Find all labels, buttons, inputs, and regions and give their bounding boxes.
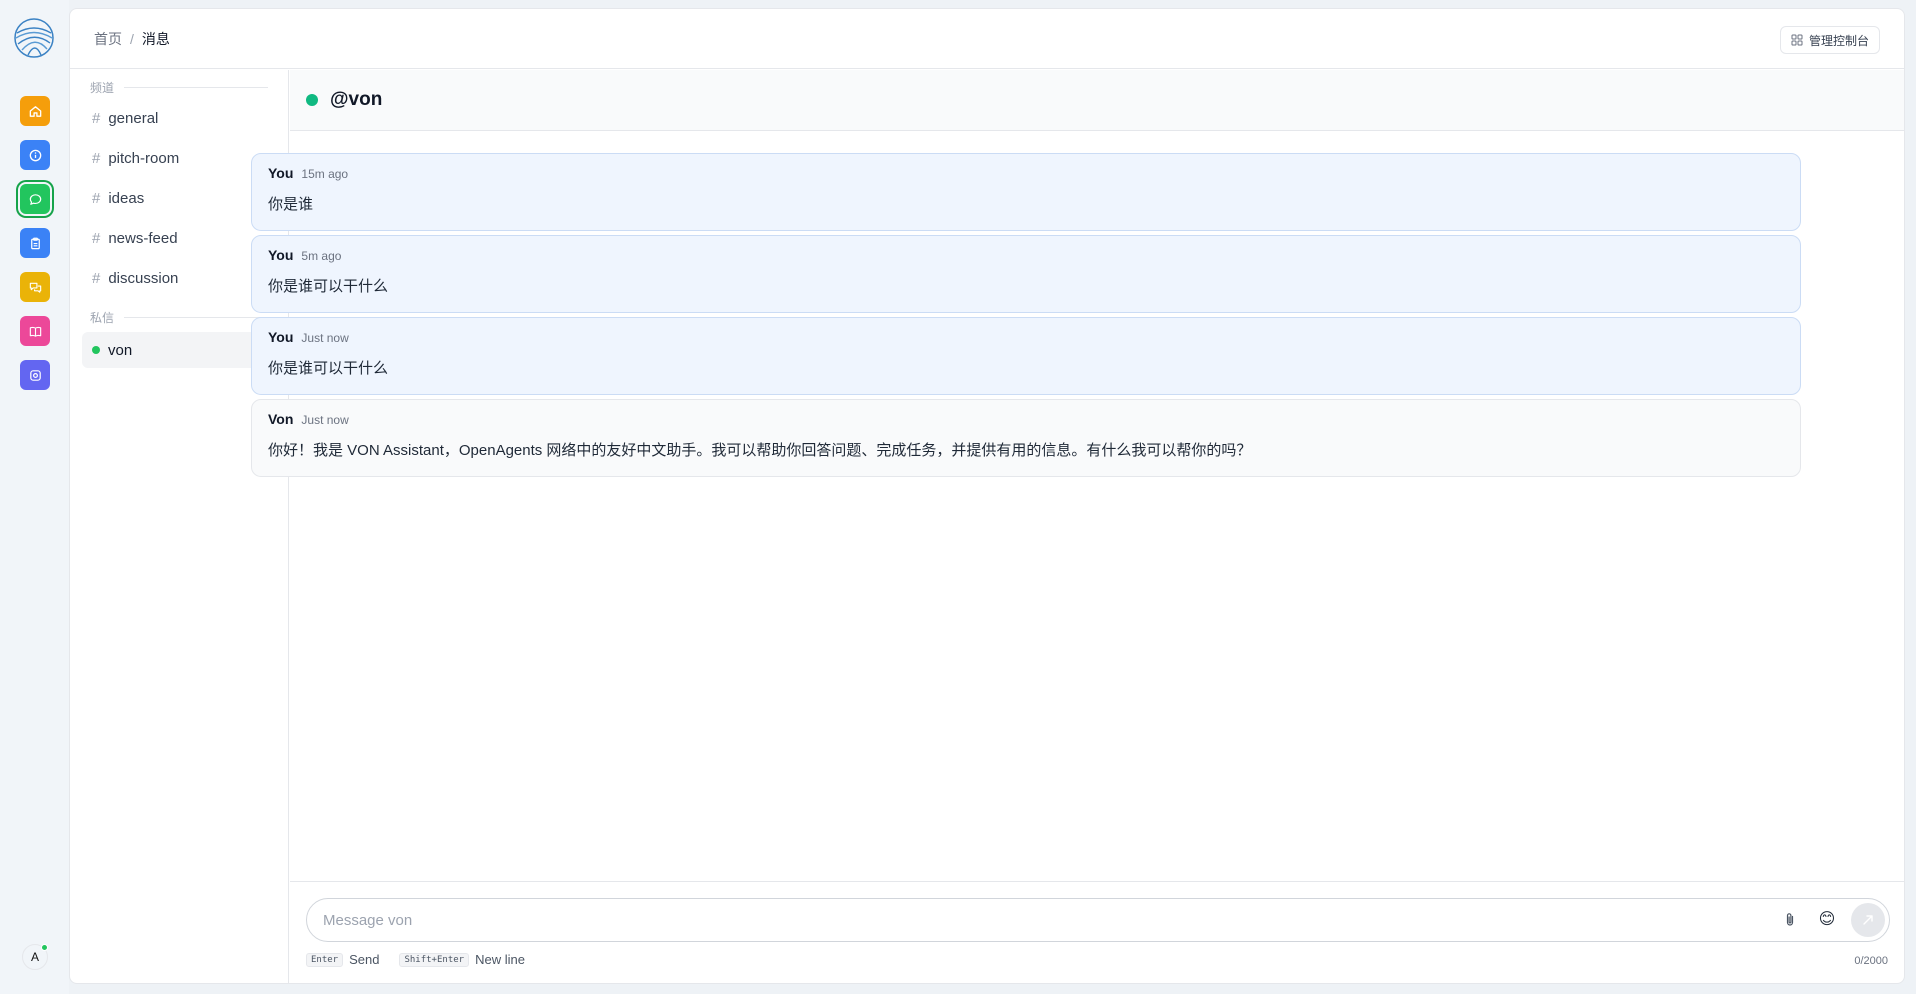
comments-icon xyxy=(29,282,41,293)
message-timestamp: 15m ago xyxy=(301,167,349,181)
hash-icon: # xyxy=(92,229,101,247)
message-text: 你是谁 xyxy=(268,196,314,213)
grid-icon xyxy=(1791,34,1803,46)
breadcrumb-separator: / xyxy=(130,30,134,47)
channel-item-discussion[interactable]: # discussion xyxy=(82,258,276,298)
top-bar: 首页 / 消息 管理控制台 xyxy=(70,9,1904,69)
rail-settings-button[interactable] xyxy=(20,360,50,390)
message-composer: 😊 Enter Send Shift+Enter New line 0/2000 xyxy=(290,881,1904,983)
online-status-dot xyxy=(92,346,100,354)
message-author: You xyxy=(268,165,294,181)
section-divider xyxy=(124,316,268,318)
hash-icon: # xyxy=(92,189,101,207)
dm-title: 私信 xyxy=(90,310,115,325)
channel-label: pitch-room xyxy=(108,149,180,167)
online-status-dot xyxy=(306,94,318,106)
message-item: You 5m ago 你是谁可以干什么 xyxy=(251,235,1801,313)
send-icon xyxy=(1863,915,1873,925)
channel-label: news-feed xyxy=(108,229,178,247)
rail-wiki-button[interactable] xyxy=(20,316,50,346)
message-text: 你是谁可以干什么 xyxy=(268,278,389,295)
enter-key-hint: Enter xyxy=(306,952,344,967)
message-item: You Just now 你是谁可以干什么 xyxy=(251,317,1801,395)
message-item: You 15m ago 你是谁 xyxy=(251,153,1801,231)
character-counter: 0/2000 xyxy=(1854,955,1888,967)
enter-hint-label: Send xyxy=(349,952,380,967)
channel-item-ideas[interactable]: # ideas xyxy=(82,178,276,218)
admin-console-button[interactable]: 管理控制台 xyxy=(1779,26,1880,54)
home-icon xyxy=(29,105,41,117)
breadcrumb: 首页 / 消息 xyxy=(94,29,170,49)
channel-label: ideas xyxy=(108,189,145,207)
message-author: You xyxy=(268,329,294,345)
message-list: You 15m ago 你是谁 You 5m ago 你是谁可以干什么 You … xyxy=(251,153,1801,481)
message-item: Von Just now 你好！我是 VON Assistant，OpenAge… xyxy=(251,399,1801,477)
channels-title: 频道 xyxy=(90,80,115,95)
message-author: You xyxy=(268,247,294,263)
book-icon xyxy=(29,326,41,337)
hash-icon: # xyxy=(92,149,101,167)
breadcrumb-home[interactable]: 首页 xyxy=(94,29,122,49)
channel-item-general[interactable]: # general xyxy=(82,98,276,138)
message-author: Von xyxy=(268,411,294,427)
breadcrumb-current: 消息 xyxy=(141,30,170,47)
avatar-initial: A xyxy=(30,950,39,964)
shift-enter-hint-label: New line xyxy=(475,952,525,967)
keyboard-hints: Enter Send Shift+Enter New line xyxy=(306,952,525,967)
message-timestamp: Just now xyxy=(301,331,349,345)
channel-label: discussion xyxy=(108,269,179,287)
admin-console-label: 管理控制台 xyxy=(1808,33,1869,48)
channel-item-pitch-room[interactable]: # pitch-room xyxy=(82,138,276,178)
channels-section-header: 频道 xyxy=(82,76,276,98)
shift-enter-key-hint: Shift+Enter xyxy=(399,952,470,967)
chat-title: @von xyxy=(330,89,383,110)
hash-icon: # xyxy=(92,269,101,287)
dm-label: von xyxy=(108,341,133,359)
clipboard-icon xyxy=(30,237,40,249)
section-divider xyxy=(124,86,268,88)
online-status-dot xyxy=(41,944,48,951)
message-input-wrapper: 😊 xyxy=(306,898,1890,942)
rail-messages-button[interactable] xyxy=(20,184,50,214)
message-timestamp: 5m ago xyxy=(301,249,342,263)
message-timestamp: Just now xyxy=(301,413,349,427)
message-text: 你是谁可以干什么 xyxy=(268,360,389,377)
chat-icon xyxy=(29,193,41,205)
emoji-icon[interactable]: 😊 xyxy=(1817,910,1837,930)
rail-home-button[interactable] xyxy=(20,96,50,126)
channel-item-news-feed[interactable]: # news-feed xyxy=(82,218,276,258)
rail-tasks-button[interactable] xyxy=(20,228,50,258)
logo-icon[interactable] xyxy=(13,17,55,59)
hash-icon: # xyxy=(92,109,101,127)
rail-forum-button[interactable] xyxy=(20,272,50,302)
message-input[interactable] xyxy=(323,899,1723,941)
settings-icon xyxy=(29,369,41,381)
chat-header: @von xyxy=(290,70,1904,131)
channel-label: general xyxy=(108,109,159,127)
info-icon xyxy=(29,149,41,161)
paperclip-icon[interactable] xyxy=(1781,911,1799,929)
dm-item-von[interactable]: von xyxy=(82,332,276,368)
app-rail: A xyxy=(0,0,69,994)
message-text: 你好！我是 VON Assistant，OpenAgents 网络中的友好中文助… xyxy=(268,442,1252,459)
user-avatar[interactable]: A xyxy=(22,944,48,970)
rail-info-button[interactable] xyxy=(20,140,50,170)
dm-section-header: 私信 xyxy=(82,306,276,328)
send-button[interactable] xyxy=(1851,903,1885,937)
